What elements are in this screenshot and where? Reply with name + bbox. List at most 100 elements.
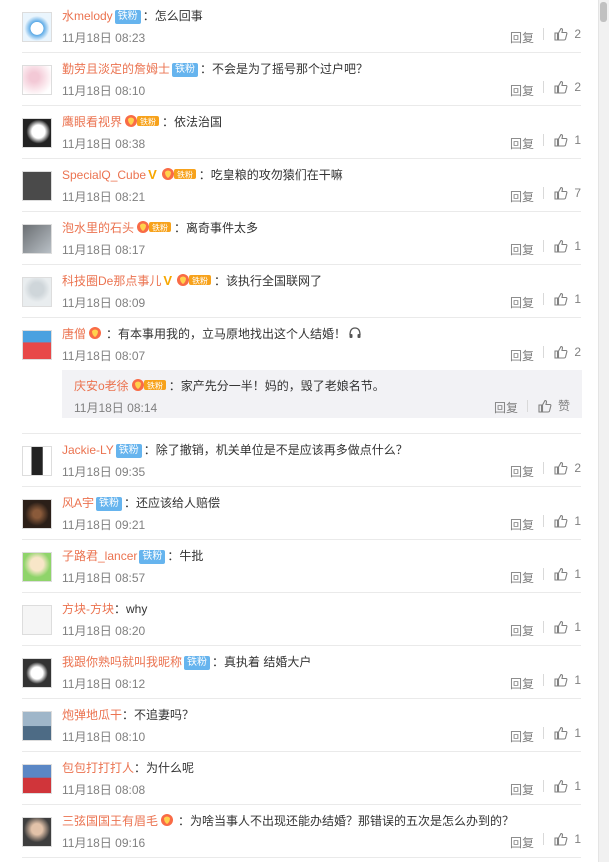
username-link[interactable]: 包包打打打人 — [62, 761, 134, 775]
username-link[interactable]: 方块-方块 — [62, 602, 114, 616]
like-button[interactable]: 1 — [543, 292, 581, 306]
verified-v-icon: V — [148, 167, 157, 182]
comment-text: ：家产先分一半！妈的，毁了老娘名节。 — [168, 379, 385, 393]
avatar[interactable] — [22, 224, 52, 254]
comment-item: 炮弹地瓜干：不追妻吗？ 11月18日 08:10 回复 1 — [22, 699, 581, 752]
like-button[interactable]: 1 — [543, 673, 581, 687]
svg-text:铁粉: 铁粉 — [152, 223, 168, 233]
svg-text:铁粉: 铁粉 — [140, 117, 156, 127]
fan-badge-icon: 铁粉 — [137, 221, 172, 233]
avatar[interactable] — [22, 118, 52, 148]
like-button[interactable]: 1 — [543, 514, 581, 528]
avatar[interactable] — [22, 605, 52, 635]
username-link[interactable]: 鹰眼看视界 — [62, 115, 122, 129]
comment-text: ：除了撤销，机关单位是不是应该再多做点什么？ — [143, 443, 408, 457]
like-button[interactable]: 1 — [543, 133, 581, 147]
avatar[interactable] — [22, 552, 52, 582]
comment-content: 三弦国国王有眉毛 ：为啥当事人不出现还能办结婚？那错误的五次是怎么办到的？ — [62, 813, 514, 829]
divider — [543, 462, 545, 474]
reply-button[interactable]: 回复 — [510, 241, 534, 258]
username-link[interactable]: 庆安o老徐 — [74, 379, 129, 393]
username-link[interactable]: 我跟你熟吗就叫我昵称 — [62, 655, 182, 669]
thumbs-up-icon — [554, 186, 568, 200]
reply-button[interactable]: 回复 — [510, 135, 534, 152]
like-count: 1 — [574, 567, 581, 581]
username-link[interactable]: 风A宇 — [62, 496, 94, 510]
comment-text: ：该执行全国联网了 — [214, 274, 323, 288]
username-link[interactable]: 三弦国国王有眉毛 — [62, 814, 158, 828]
reply-button[interactable]: 回复 — [510, 781, 534, 798]
avatar[interactable] — [22, 171, 52, 201]
username-link[interactable]: 唐僧 — [62, 327, 86, 341]
like-count: 1 — [574, 726, 581, 740]
thumbs-up-icon — [554, 567, 568, 581]
comment-content: 鹰眼看视界 铁粉 ：依法治国 — [62, 114, 222, 130]
like-button[interactable]: 2 — [543, 27, 581, 41]
reply-button[interactable]: 回复 — [510, 188, 534, 205]
reply-button[interactable]: 回复 — [510, 29, 534, 46]
like-button[interactable]: 2 — [543, 461, 581, 475]
reply-button[interactable]: 回复 — [510, 675, 534, 692]
comment-text: ：为什么呢 — [134, 761, 195, 775]
reply-button[interactable]: 回复 — [494, 399, 518, 416]
like-button[interactable]: 2 — [543, 345, 581, 359]
divider — [543, 568, 545, 580]
username-link[interactable]: SpecialQ_Cube — [62, 168, 146, 182]
avatar[interactable] — [22, 817, 52, 847]
reply-button[interactable]: 回复 — [510, 463, 534, 480]
avatar[interactable] — [22, 12, 52, 42]
avatar[interactable] — [22, 499, 52, 529]
reply-button[interactable]: 回复 — [510, 834, 534, 851]
avatar[interactable] — [22, 658, 52, 688]
reply-button[interactable]: 回复 — [510, 347, 534, 364]
thumbs-up-icon — [554, 779, 568, 793]
tie-fan-badge: 铁粉 — [172, 63, 199, 77]
username-link[interactable]: 勤劳且淡定的詹姆士 — [62, 62, 170, 76]
thumbs-up-icon — [554, 292, 568, 306]
username-link[interactable]: 炮弹地瓜干 — [62, 708, 122, 722]
avatar[interactable] — [22, 65, 52, 95]
like-button[interactable]: 1 — [543, 832, 581, 846]
username-link[interactable]: Jackie-LY — [62, 443, 114, 457]
reply-button[interactable]: 回复 — [510, 82, 534, 99]
thumbs-up-icon — [554, 80, 568, 94]
comment-content: 泡水里的石头 铁粉 ：离奇事件太多 — [62, 220, 258, 236]
avatar[interactable] — [22, 764, 52, 794]
like-button[interactable]: 1 — [543, 779, 581, 793]
scrollbar-thumb[interactable] — [600, 2, 607, 22]
svg-text:铁粉: 铁粉 — [147, 381, 163, 391]
like-button[interactable]: 7 — [543, 186, 581, 200]
comment-text: ：不追妻吗？ — [122, 708, 195, 722]
avatar[interactable] — [22, 446, 52, 476]
divider — [543, 780, 545, 792]
scrollbar[interactable] — [598, 0, 609, 862]
comment-timestamp: 11月18日 08:14 — [74, 401, 158, 415]
avatar[interactable] — [22, 711, 52, 741]
comment-content: 子路君_lancer 铁粉 ：牛批 — [62, 548, 203, 564]
comment-timestamp: 11月18日 08:23 — [62, 31, 146, 45]
tie-fan-badge: 铁粉 — [139, 550, 166, 564]
like-button[interactable]: 2 — [543, 80, 581, 94]
like-button[interactable]: 1 — [543, 567, 581, 581]
reply-button[interactable]: 回复 — [510, 622, 534, 639]
like-button[interactable]: 1 — [543, 726, 581, 740]
like-button[interactable]: 1 — [543, 239, 581, 253]
username-link[interactable]: 科技圈De那点事儿 — [62, 274, 161, 288]
comment-timestamp: 11月18日 08:21 — [62, 190, 146, 204]
divider — [543, 621, 545, 633]
like-count: 1 — [574, 292, 581, 306]
reply-button[interactable]: 回复 — [510, 294, 534, 311]
comment-content: 勤劳且淡定的詹姆士 铁粉 ：不会是为了摇号那个过户吧？ — [62, 61, 368, 77]
avatar[interactable] — [22, 330, 52, 360]
username-link[interactable]: 泡水里的石头 — [62, 221, 134, 235]
divider — [543, 81, 545, 93]
avatar[interactable] — [22, 277, 52, 307]
reply-button[interactable]: 回复 — [510, 516, 534, 533]
divider — [543, 187, 545, 199]
username-link[interactable]: 水melody — [62, 9, 113, 23]
reply-button[interactable]: 回复 — [510, 569, 534, 586]
like-button[interactable]: 赞 — [526, 397, 570, 414]
reply-button[interactable]: 回复 — [510, 728, 534, 745]
username-link[interactable]: 子路君_lancer — [62, 549, 137, 563]
like-button[interactable]: 1 — [543, 620, 581, 634]
